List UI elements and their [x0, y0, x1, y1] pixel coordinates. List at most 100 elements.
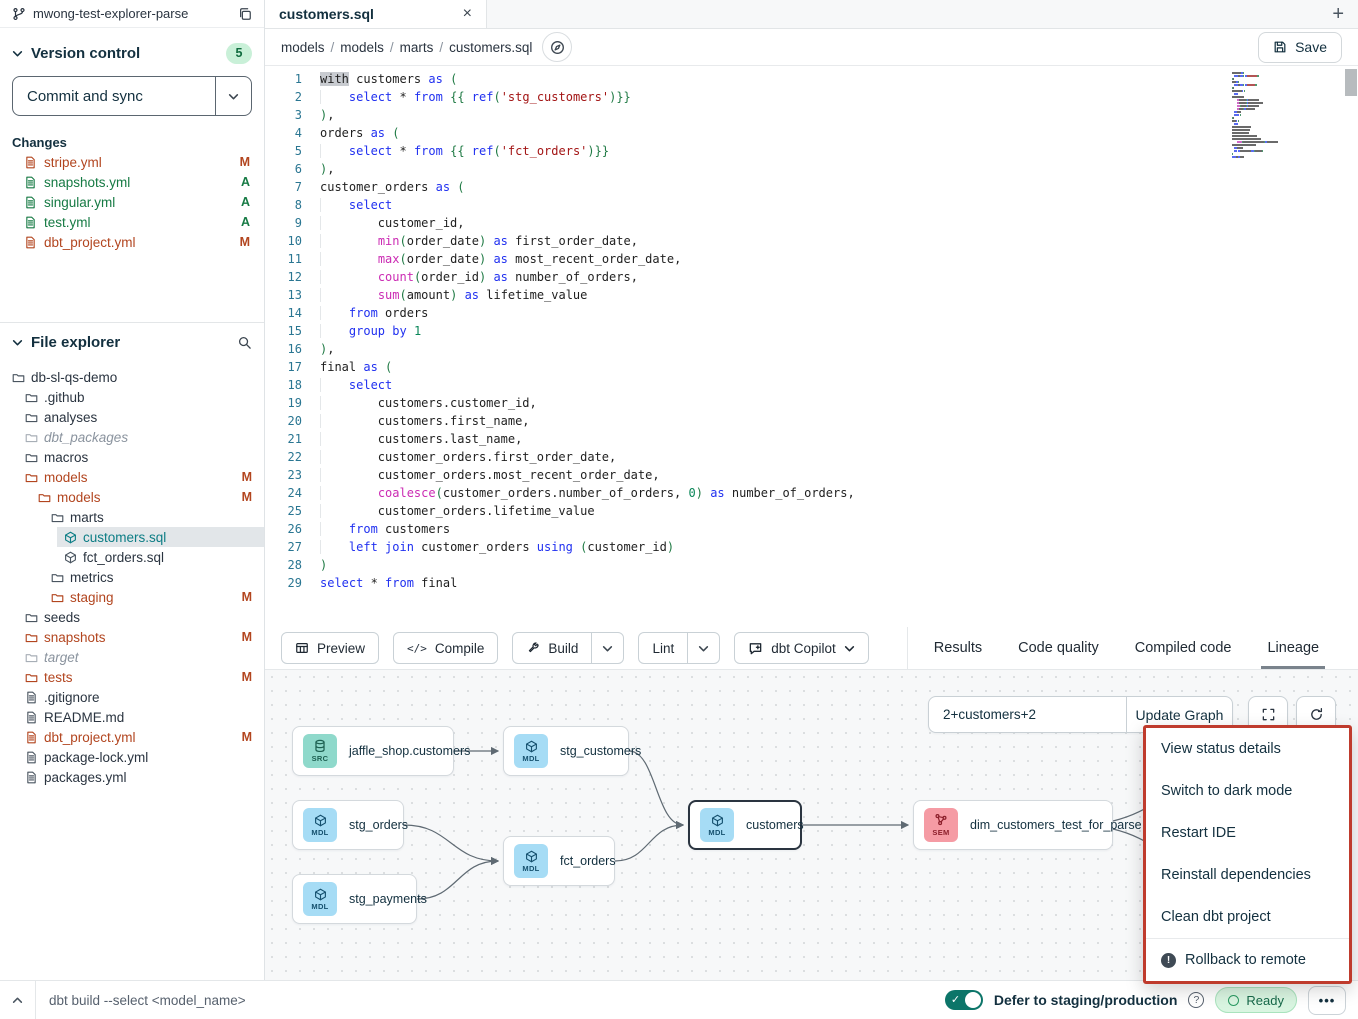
tab-customers-sql[interactable]: customers.sql × [265, 0, 487, 28]
help-icon[interactable]: ? [1188, 992, 1204, 1008]
status-badge[interactable]: Ready [1215, 987, 1297, 1013]
tree-item-analyses[interactable]: analyses [0, 407, 264, 427]
tab-compiled-code[interactable]: Compiled code [1135, 627, 1232, 669]
tree-item-target[interactable]: target [0, 647, 264, 667]
code-line[interactable]: 25 customer_orders.lifetime_value [265, 502, 1358, 520]
tree-item-tests[interactable]: testsM [0, 667, 264, 687]
tree-item-dbt-packages[interactable]: dbt_packages [0, 427, 264, 447]
file-explorer-header[interactable]: File explorer [0, 325, 264, 359]
lineage-node-stg_customers[interactable]: MDLstg_customers [503, 726, 629, 776]
code-line[interactable]: 26 from customers [265, 520, 1358, 538]
tree-item-marts[interactable]: marts [0, 507, 264, 527]
menu-item-restart-ide[interactable]: Restart IDE [1146, 812, 1349, 854]
tree-item-customers-sql[interactable]: customers.sql [0, 527, 264, 547]
code-line[interactable]: 22 customer_orders.first_order_date, [265, 448, 1358, 466]
new-tab-button[interactable]: + [1332, 0, 1344, 28]
code-line[interactable]: 13 sum(amount) as lifetime_value [265, 286, 1358, 304]
tree-item-macros[interactable]: macros [0, 447, 264, 467]
save-button[interactable]: Save [1258, 32, 1342, 63]
code-line[interactable]: 12 count(order_id) as number_of_orders, [265, 268, 1358, 286]
lint-options-chevron[interactable] [687, 633, 719, 663]
code-line[interactable]: 3), [265, 106, 1358, 124]
preview-button[interactable]: Preview [281, 632, 379, 664]
search-icon[interactable] [237, 335, 252, 350]
lineage-node-customers[interactable]: MDLcustomers [688, 800, 802, 850]
tree-item--gitignore[interactable]: .gitignore [0, 687, 264, 707]
menu-item-switch-to-dark-mode[interactable]: Switch to dark mode [1146, 770, 1349, 812]
breadcrumb-item[interactable]: marts [400, 40, 434, 55]
commit-options-chevron[interactable] [215, 77, 251, 115]
tree-item-models[interactable]: modelsM [0, 487, 264, 507]
compile-button[interactable]: </> Compile [393, 632, 498, 664]
dbt-copilot-button[interactable]: dbt Copilot [734, 632, 869, 664]
changed-file-row[interactable]: singular.ymlA [0, 192, 264, 212]
lineage-node-stg_orders[interactable]: MDLstg_orders [292, 800, 404, 850]
tab-code-quality[interactable]: Code quality [1018, 627, 1099, 669]
tree-item-packages-yml[interactable]: packages.yml [0, 767, 264, 787]
code-line[interactable]: 16), [265, 340, 1358, 358]
code-line[interactable]: 8 select [265, 196, 1358, 214]
code-line[interactable]: 29select * from final [265, 574, 1358, 592]
tree-item--github[interactable]: .github [0, 387, 264, 407]
build-button[interactable]: Build [513, 633, 591, 663]
tree-item-package-lock-yml[interactable]: package-lock.yml [0, 747, 264, 767]
lineage-selector-input[interactable]: 2+customers+2 [929, 697, 1126, 732]
tree-item-snapshots[interactable]: snapshotsM [0, 627, 264, 647]
code-editor[interactable]: 1with customers as (2 select * from {{ r… [265, 66, 1358, 627]
commit-and-sync-button[interactable]: Commit and sync [12, 76, 252, 116]
tree-item-db-sl-qs-demo[interactable]: db-sl-qs-demo [0, 367, 264, 387]
tab-lineage[interactable]: Lineage [1267, 627, 1319, 669]
lineage-node-jaffle_shop.customers[interactable]: SRCjaffle_shop.customers [292, 726, 454, 776]
tree-item-dbt-project-yml[interactable]: dbt_project.ymlM [0, 727, 264, 747]
code-line[interactable]: 15 group by 1 [265, 322, 1358, 340]
breadcrumb-item[interactable]: models [340, 40, 384, 55]
code-line[interactable]: 9 customer_id, [265, 214, 1358, 232]
code-line[interactable]: 28) [265, 556, 1358, 574]
code-line[interactable]: 19 customers.customer_id, [265, 394, 1358, 412]
version-control-header[interactable]: Version control 5 [0, 36, 264, 70]
tab-results[interactable]: Results [934, 627, 982, 669]
menu-item-view-status-details[interactable]: View status details [1146, 728, 1349, 770]
code-line[interactable]: 20 customers.first_name, [265, 412, 1358, 430]
close-tab-icon[interactable]: × [463, 6, 472, 22]
code-line[interactable]: 7customer_orders as ( [265, 178, 1358, 196]
code-line[interactable]: 11 max(order_date) as most_recent_order_… [265, 250, 1358, 268]
changed-file-row[interactable]: stripe.ymlM [0, 152, 264, 172]
code-line[interactable]: 24 coalesce(customer_orders.number_of_or… [265, 484, 1358, 502]
breadcrumb-item[interactable]: customers.sql [449, 40, 532, 55]
minimap[interactable] [1232, 72, 1332, 159]
tree-item-models[interactable]: modelsM [0, 467, 264, 487]
changed-file-row[interactable]: snapshots.ymlA [0, 172, 264, 192]
more-options-button[interactable]: ••• [1308, 986, 1346, 1015]
changed-file-row[interactable]: dbt_project.ymlM [0, 232, 264, 252]
tree-item-seeds[interactable]: seeds [0, 607, 264, 627]
code-line[interactable]: 17final as ( [265, 358, 1358, 376]
tree-item-metrics[interactable]: metrics [0, 567, 264, 587]
code-line[interactable]: 2 select * from {{ ref('stg_customers')}… [265, 88, 1358, 106]
tree-item-readme-md[interactable]: README.md [0, 707, 264, 727]
lineage-node-stg_payments[interactable]: MDLstg_payments [292, 874, 417, 924]
tree-item-staging[interactable]: stagingM [0, 587, 264, 607]
code-line[interactable]: 23 customer_orders.most_recent_order_dat… [265, 466, 1358, 484]
code-line[interactable]: 14 from orders [265, 304, 1358, 322]
code-line[interactable]: 21 customers.last_name, [265, 430, 1358, 448]
menu-item-rollback-to-remote[interactable]: !Rollback to remote [1146, 939, 1349, 981]
build-options-chevron[interactable] [591, 633, 623, 663]
code-line[interactable]: 1with customers as ( [265, 70, 1358, 88]
code-line[interactable]: 4orders as ( [265, 124, 1358, 142]
open-in-explorer-button[interactable] [542, 32, 572, 62]
code-line[interactable]: 10 min(order_date) as first_order_date, [265, 232, 1358, 250]
changed-file-row[interactable]: test.ymlA [0, 212, 264, 232]
defer-toggle[interactable]: ✓ [945, 990, 983, 1010]
command-input[interactable]: dbt build --select <model_name> [49, 993, 246, 1008]
code-line[interactable]: 6), [265, 160, 1358, 178]
menu-item-reinstall-dependencies[interactable]: Reinstall dependencies [1146, 854, 1349, 896]
code-line[interactable]: 27 left join customer_orders using (cust… [265, 538, 1358, 556]
lineage-node-fct_orders[interactable]: MDLfct_orders [503, 836, 615, 886]
tree-item-fct-orders-sql[interactable]: fct_orders.sql [0, 547, 264, 567]
code-line[interactable]: 5 select * from {{ ref('fct_orders')}} [265, 142, 1358, 160]
code-line[interactable]: 18 select [265, 376, 1358, 394]
copy-branch-icon[interactable] [238, 7, 252, 21]
breadcrumb-item[interactable]: models [281, 40, 325, 55]
lint-button[interactable]: Lint [639, 633, 687, 663]
